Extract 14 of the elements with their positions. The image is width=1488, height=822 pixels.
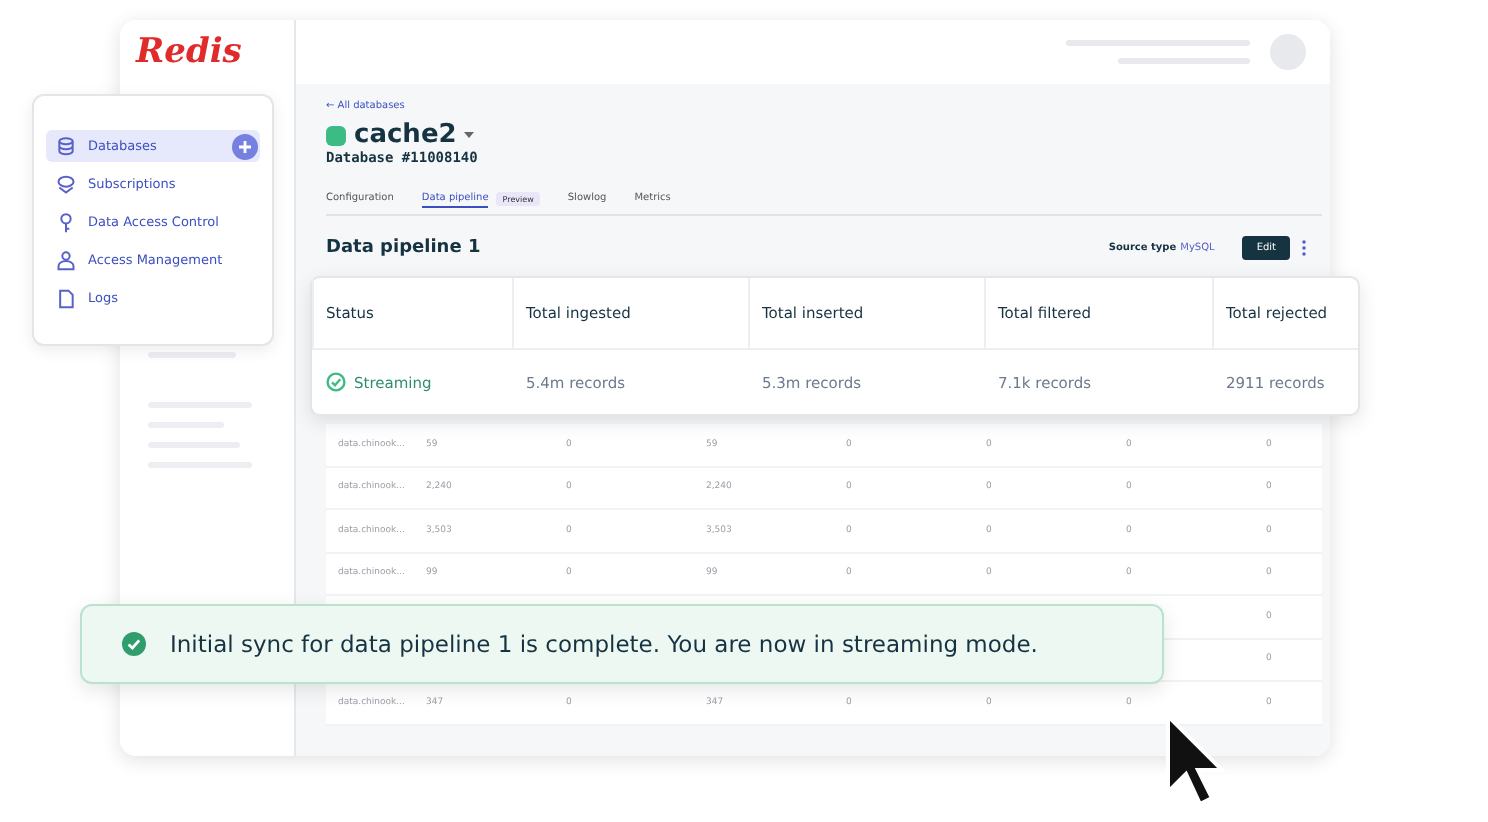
caret-icon[interactable]: [464, 131, 475, 139]
check-circle-icon: [326, 372, 346, 392]
add-icon[interactable]: [232, 133, 258, 159]
logo[interactable]: Redis: [136, 32, 242, 72]
document-icon: [56, 287, 76, 309]
status-icon: [326, 125, 346, 145]
database-icon: [56, 135, 76, 157]
pipeline-title: Data pipeline 1: [326, 238, 483, 258]
person-icon: [56, 249, 76, 271]
toast-message: Initial sync for data pipeline 1 is complete. You are now in streaming mode.: [170, 630, 1038, 658]
key-icon: [56, 211, 76, 233]
database-name: cache2: [354, 120, 457, 150]
check-circle-icon: [122, 632, 146, 656]
stack-icon: [56, 173, 76, 195]
